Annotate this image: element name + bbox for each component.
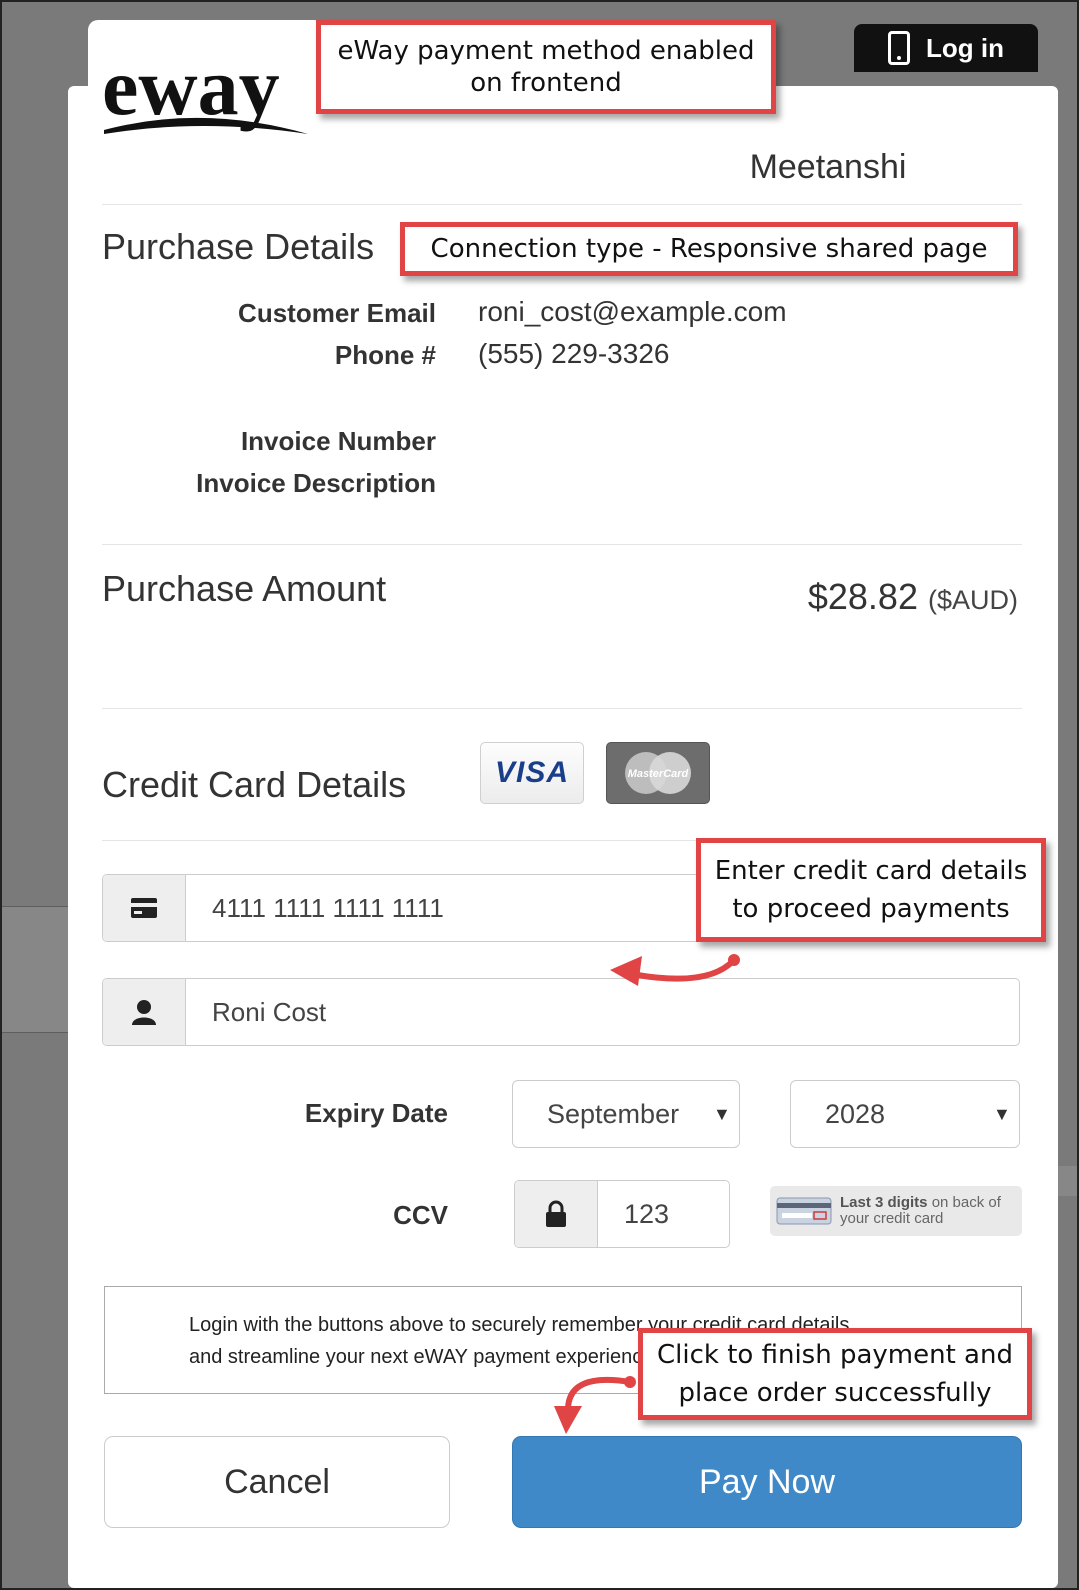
purchase-amount-value: $28.82 ($AUD) — [808, 576, 1018, 618]
card-name-input[interactable] — [186, 979, 1019, 1045]
visa-logo: VISA — [480, 742, 584, 804]
merchant-name: Meetanshi — [749, 148, 907, 186]
annotation-frontend-line1: eWay payment method enabled — [337, 36, 755, 66]
annotation-card-details: Enter credit card details to proceed pay… — [696, 838, 1046, 942]
ccv-group — [514, 1180, 730, 1248]
amount-currency: ($AUD) — [927, 585, 1018, 615]
screenshot-frame: Log in Meetanshi Purchase Details Custom… — [0, 0, 1079, 1590]
eway-logo: eway — [102, 41, 308, 134]
backdrop-line — [2, 906, 68, 907]
login-label: Log in — [926, 32, 1004, 63]
dropdown-arrow-icon: ▼ — [713, 1103, 731, 1124]
invoice-description-label: Invoice Description — [196, 468, 436, 498]
divider — [102, 544, 1022, 545]
credit-card-details-title: Credit Card Details — [102, 764, 407, 805]
ccv-hint-bold: Last 3 digits — [840, 1194, 928, 1211]
expiry-year-value: 2028 — [825, 1098, 886, 1129]
annotation-pay: Click to finish payment and place order … — [638, 1328, 1032, 1420]
mastercard-circles-icon: MasterCard — [625, 752, 691, 794]
lock-addon — [515, 1181, 598, 1247]
expiry-date-label: Expiry Date — [304, 1098, 448, 1128]
phone-value: (555) 229-3326 — [478, 338, 670, 369]
visa-label: VISA — [494, 756, 570, 789]
divider — [102, 708, 1022, 709]
cancel-button[interactable]: Cancel — [104, 1436, 450, 1528]
dropdown-arrow-icon: ▼ — [993, 1103, 1011, 1124]
annotation-pay-line2: place order successfully — [678, 1378, 992, 1408]
card-back-icon — [776, 1197, 832, 1225]
customer-email-label: Customer Email — [238, 298, 436, 328]
annotation-connection: Connection type - Responsive shared page — [400, 222, 1018, 276]
customer-email-value: roni_cost@example.com — [478, 296, 787, 327]
mastercard-label: MasterCard — [628, 768, 689, 780]
divider — [102, 204, 1022, 205]
mastercard-logo: MasterCard — [606, 742, 710, 804]
login-button[interactable]: Log in — [854, 24, 1038, 72]
backdrop-band — [1058, 1166, 1077, 1196]
expiry-year-select[interactable]: 2028 ▼ — [790, 1080, 1020, 1148]
backdrop-band — [2, 906, 68, 1032]
logo-tab: eway — [88, 20, 324, 150]
credit-card-icon — [131, 898, 157, 918]
pay-now-button[interactable]: Pay Now — [512, 1436, 1022, 1528]
mobile-phone-icon — [888, 31, 910, 65]
purchase-details-title: Purchase Details — [102, 226, 375, 267]
user-icon — [132, 1000, 156, 1025]
annotation-card-line1: Enter credit card details — [714, 856, 1028, 886]
invoice-number-label: Invoice Number — [240, 426, 436, 456]
expiry-month-select[interactable]: September ▼ — [512, 1080, 740, 1148]
annotation-frontend-line2: on frontend — [470, 68, 622, 98]
lock-icon — [546, 1200, 566, 1227]
annotation-card-line2: to proceed payments — [732, 894, 1010, 924]
ccv-input[interactable] — [598, 1181, 726, 1247]
annotation-connection-text: Connection type - Responsive shared page — [430, 234, 988, 264]
annotation-pay-line1: Click to finish payment and — [657, 1340, 1013, 1370]
purchase-amount-label: Purchase Amount — [102, 568, 387, 609]
ccv-hint: Last 3 digits on back of your credit car… — [770, 1186, 1022, 1236]
card-addon — [103, 875, 186, 941]
ccv-label: CCV — [393, 1200, 448, 1230]
ccv-hint-text: Last 3 digits on back of your credit car… — [840, 1195, 1010, 1227]
expiry-month-value: September — [547, 1098, 680, 1129]
user-addon — [103, 979, 186, 1045]
annotation-frontend: eWay payment method enabled on frontend — [316, 20, 776, 114]
card-name-group — [102, 978, 1020, 1046]
amount-number: $28.82 — [807, 576, 918, 617]
phone-label: Phone # — [334, 340, 436, 370]
backdrop-line — [2, 1032, 68, 1033]
